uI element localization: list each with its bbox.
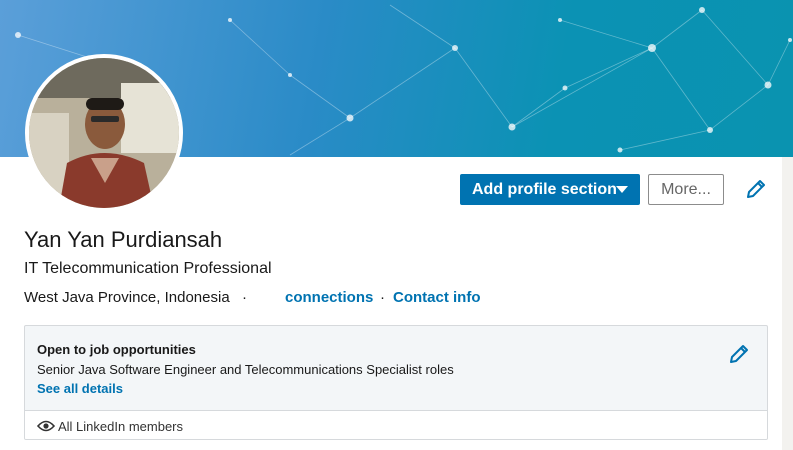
see-all-details-link[interactable]: See all details bbox=[37, 381, 123, 396]
open-to-jobs-title: Open to job opportunities bbox=[37, 342, 196, 357]
add-profile-section-button[interactable]: Add profile section bbox=[460, 174, 640, 205]
profile-meta-row: West Java Province, Indonesia · connecti… bbox=[24, 289, 724, 309]
connections-link[interactable]: connections bbox=[285, 289, 373, 306]
open-to-jobs-roles: Senior Java Software Engineer and Teleco… bbox=[37, 362, 454, 377]
edit-intro-pencil-icon[interactable] bbox=[744, 177, 768, 201]
edit-open-to-jobs-pencil-icon[interactable] bbox=[727, 342, 751, 366]
more-button[interactable]: More... bbox=[648, 174, 724, 205]
add-profile-section-label: Add profile section bbox=[472, 180, 617, 198]
profile-name: Yan Yan Purdiansah bbox=[24, 227, 223, 252]
meta-separator: · bbox=[380, 289, 385, 306]
page-gutter bbox=[782, 157, 793, 450]
profile-card: Add profile section More... Yan Yan Purd… bbox=[0, 0, 793, 450]
open-to-jobs-panel: Open to job opportunities Senior Java So… bbox=[24, 325, 768, 440]
visibility-label: All LinkedIn members bbox=[58, 419, 183, 434]
open-to-jobs-visibility: All LinkedIn members bbox=[25, 410, 767, 439]
contact-info-link[interactable]: Contact info bbox=[393, 289, 481, 306]
eye-icon bbox=[36, 419, 56, 433]
caret-down-icon bbox=[616, 186, 628, 193]
profile-photo bbox=[29, 58, 179, 208]
profile-headline: IT Telecommunication Professional bbox=[24, 260, 272, 277]
avatar[interactable] bbox=[25, 54, 183, 212]
more-button-label: More... bbox=[661, 180, 711, 198]
profile-location: West Java Province, Indonesia bbox=[24, 289, 230, 306]
meta-separator: · bbox=[242, 289, 247, 306]
